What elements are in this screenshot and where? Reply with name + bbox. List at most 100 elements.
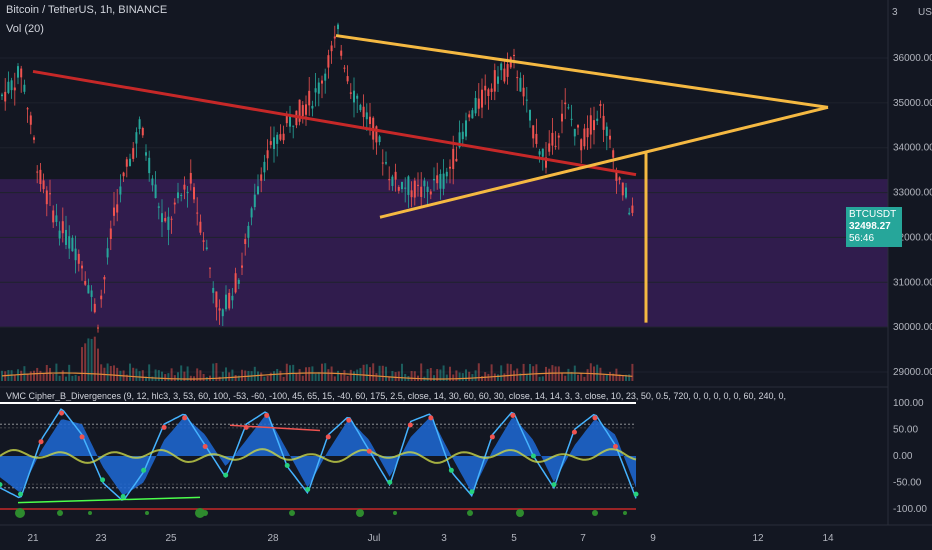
buy-marker — [289, 510, 295, 516]
volume-bar — [132, 367, 135, 381]
signal-dot — [530, 453, 536, 459]
candle-body — [247, 225, 250, 238]
volume-bar — [13, 375, 16, 381]
volume-bar — [29, 371, 32, 381]
buy-marker — [623, 511, 627, 515]
candle-body — [20, 68, 23, 78]
symbol-title[interactable]: Bitcoin / TetherUS, 1h, BINANCE — [6, 4, 167, 16]
candle-body — [609, 135, 611, 140]
volume-bar — [23, 366, 26, 381]
signal-dot — [387, 479, 393, 485]
candle-body — [4, 91, 7, 102]
candle-body — [602, 115, 605, 130]
volume-bar — [503, 373, 506, 381]
candle-body — [189, 172, 192, 184]
volume-bar — [340, 373, 343, 381]
volume-bar — [468, 371, 471, 381]
candle-body — [273, 137, 275, 149]
volume-bar — [177, 372, 179, 381]
volume-bar — [231, 369, 234, 381]
candle-body — [58, 230, 61, 239]
volume-bar — [100, 364, 103, 381]
volume-bar — [55, 363, 58, 381]
candle-body — [449, 166, 451, 169]
candle-body — [253, 194, 256, 208]
volume-bar — [609, 371, 611, 381]
candle-body — [151, 178, 154, 186]
candle-body — [164, 218, 167, 222]
volume-bar — [257, 371, 259, 381]
signal-dot — [141, 467, 147, 473]
signal-dot — [428, 415, 434, 421]
volume-bar — [445, 374, 448, 381]
signal-dot — [571, 429, 577, 435]
volume-bar — [353, 371, 355, 381]
volume-bar — [202, 373, 205, 381]
candle-body — [65, 229, 67, 245]
volume-bar — [58, 375, 61, 381]
candle-body — [493, 70, 496, 92]
candle-body — [212, 287, 215, 293]
candle-body — [167, 216, 170, 230]
volume-bar — [477, 363, 480, 381]
signal-dot — [223, 472, 229, 478]
candle-body — [103, 277, 106, 280]
candle-body — [500, 63, 503, 71]
buy-marker — [592, 510, 598, 516]
volume-legend[interactable]: Vol (20) — [6, 23, 44, 35]
candle-body — [244, 239, 247, 245]
candle-body — [145, 152, 147, 156]
volume-bar — [343, 370, 346, 381]
volume-bar — [65, 376, 67, 381]
candle-body — [241, 265, 243, 268]
candle-body — [397, 187, 400, 191]
candle-body — [113, 207, 115, 216]
volume-bar — [87, 338, 90, 381]
candle-body — [564, 102, 567, 105]
volume-bar — [413, 371, 416, 381]
candle-body — [97, 327, 99, 329]
candle-body — [87, 285, 90, 294]
price-tag-symbol: BTCUSDT — [849, 209, 897, 220]
signal-dot — [38, 439, 44, 445]
price-tick-label: 34000.00 — [893, 143, 932, 154]
volume-bar — [266, 375, 269, 381]
time-tick-label: 9 — [650, 533, 656, 544]
buy-marker — [356, 509, 364, 517]
volume-bar — [84, 343, 87, 381]
price-tag-value: 32498.27 — [849, 221, 891, 232]
candle-body — [439, 173, 442, 189]
candle-body — [625, 187, 627, 198]
candle-body — [148, 157, 151, 174]
volume-bar — [580, 373, 583, 381]
candle-body — [362, 106, 365, 118]
volume-bar — [535, 364, 538, 381]
osc-tick-label: 50.00 — [893, 425, 918, 436]
volume-bar — [394, 372, 397, 381]
signal-dot — [489, 434, 495, 440]
time-tick-label: 23 — [95, 533, 107, 544]
candle-body — [445, 171, 448, 177]
price-tag-countdown: 56:46 — [849, 233, 875, 244]
candle-body — [17, 66, 19, 78]
candle-body — [257, 186, 259, 195]
signal-dot — [346, 417, 352, 423]
volume-bar — [74, 374, 77, 381]
candle-body — [330, 45, 333, 52]
volume-bar — [557, 366, 560, 381]
signal-dot — [407, 422, 413, 428]
volume-bar — [298, 369, 301, 381]
candle-body — [125, 159, 128, 167]
price-tick-label: 29000.00 — [893, 367, 932, 378]
candle-body — [497, 76, 499, 84]
volume-bar — [161, 371, 163, 381]
candle-body — [413, 180, 416, 198]
candle-body — [33, 137, 35, 140]
candle-body — [45, 190, 48, 205]
candle-body — [461, 131, 464, 140]
candle-body — [420, 186, 423, 197]
candle-body — [52, 210, 55, 223]
volume-bar — [500, 365, 503, 381]
indicator-legend[interactable]: VMC Cipher_B_Divergences (9, 12, hlc3, 3… — [6, 391, 786, 401]
candle-body — [161, 213, 163, 223]
